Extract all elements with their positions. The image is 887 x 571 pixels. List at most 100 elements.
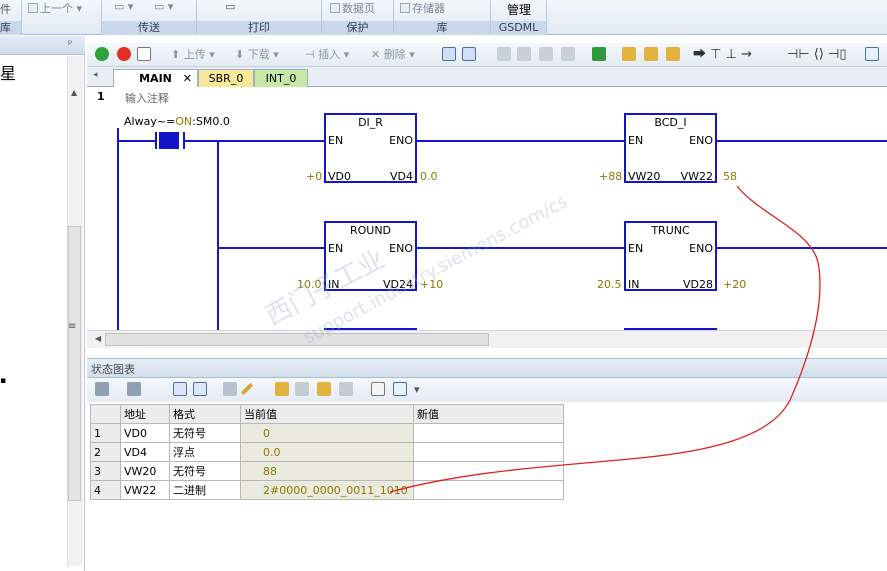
lock-icon-2[interactable] <box>644 47 658 61</box>
cell-format[interactable]: 浮点 <box>169 442 241 462</box>
print-button[interactable]: ▭ <box>225 0 235 13</box>
cell-new-value[interactable] <box>413 461 564 481</box>
contact-on: ON <box>175 115 193 128</box>
cell-format[interactable]: 无符号 <box>169 461 241 481</box>
data-page-button[interactable]: 数据页 <box>330 0 375 16</box>
contact-selected[interactable] <box>159 132 179 149</box>
tab-scroll-left-icon[interactable]: ◂ <box>93 70 98 80</box>
symbol-icon[interactable] <box>865 47 879 61</box>
trend-icon[interactable] <box>371 382 385 396</box>
table-row[interactable]: 4 VW22 二进制 2#0000_0000_0011_1010 <box>90 480 564 500</box>
row-index: 4 <box>90 480 121 500</box>
download-label: 下载 <box>247 48 270 61</box>
block-eno: ENO <box>689 242 713 255</box>
force-lock-icon[interactable] <box>275 382 289 396</box>
ladder-branch-icons[interactable]: ⮕ ⊤ ⊥ → <box>693 46 752 63</box>
delete-button[interactable]: ✕ 删除 ▾ <box>371 46 415 63</box>
tab-main[interactable]: MAIN ✕ <box>113 69 198 87</box>
scrollbar-thumb[interactable] <box>105 333 489 346</box>
upload-button[interactable]: ⬆ 上传 ▾ <box>171 46 215 63</box>
stop-icon[interactable] <box>117 47 131 61</box>
table-row[interactable]: 3 VW20 无符号 88 <box>90 461 564 481</box>
cell-address[interactable]: VD0 <box>120 423 170 443</box>
scroll-left-icon[interactable]: ◀ <box>95 334 101 343</box>
pin-icon[interactable]: ᵖ <box>68 39 72 50</box>
manage-button[interactable]: 管理 <box>507 1 531 18</box>
contact-label: Alway~=ON:SM0.0 <box>124 115 230 128</box>
scrollbar-thumb[interactable] <box>68 226 81 501</box>
tab-int0[interactable]: INT_0 <box>254 69 308 87</box>
cell-format[interactable]: 无符号 <box>169 423 241 443</box>
memory-button[interactable]: 存储器 <box>400 0 445 16</box>
toolbar-icon-d[interactable] <box>561 47 575 61</box>
chart-pause-icon[interactable] <box>193 382 207 396</box>
transfer-upload[interactable]: ▭ ▾ <box>114 0 133 13</box>
contact-symbol: Alway~= <box>124 115 176 128</box>
header-format: 格式 <box>169 404 241 424</box>
function-block-trunc[interactable]: TRUNC EN ENO IN VD28 <box>624 221 717 291</box>
corner-cell <box>90 404 121 424</box>
symbol-icon[interactable] <box>393 382 407 396</box>
table-header-row: 地址 格式 当前值 新值 <box>90 404 564 424</box>
cell-new-value[interactable] <box>413 423 564 443</box>
close-icon[interactable]: ✕ <box>183 70 192 87</box>
prev-icon <box>28 3 38 13</box>
force-all-icon[interactable] <box>317 382 331 396</box>
block-out-pin: VD4 <box>390 170 413 183</box>
pencil-icon[interactable] <box>240 382 254 396</box>
delete-label: 删除 <box>383 48 406 61</box>
cell-new-value[interactable] <box>413 480 564 500</box>
block-out-pin: VD28 <box>683 278 713 291</box>
unforce-icon[interactable] <box>295 382 309 396</box>
scroll-up-icon[interactable]: ▲ <box>71 88 77 97</box>
cell-address[interactable]: VD4 <box>120 442 170 462</box>
chart-status-icon[interactable] <box>462 47 476 61</box>
download-button[interactable]: ⬇ 下载 ▾ <box>235 46 279 63</box>
ladder-editor[interactable]: 1 输入注释 Alway~=ON:SM0.0 DI_R EN ENO VD0 V… <box>87 88 887 330</box>
block-title: TRUNC <box>651 224 690 237</box>
ribbon: 库 件 上一个 ▾ ▭ ▾ ▭ ▾ 传送 ▭ 打印 数据页 保护 存储器 库 管… <box>0 0 887 35</box>
ribbon-group-prev: 上一个 ▾ <box>22 0 102 35</box>
table-row[interactable]: 1 VD0 无符号 0 <box>90 423 564 443</box>
add-row-icon[interactable] <box>95 382 109 396</box>
transfer-download[interactable]: ▭ ▾ <box>154 0 173 13</box>
function-block-bcd-i[interactable]: BCD_I EN ENO VW20 VW22 <box>624 113 717 183</box>
chevron-down-icon[interactable]: ▾ <box>414 381 420 398</box>
block-title: BCD_I <box>654 116 687 129</box>
cell-format[interactable]: 二进制 <box>169 480 241 500</box>
toolbar-icon-a[interactable] <box>497 47 511 61</box>
horizontal-scrollbar[interactable]: ◀ <box>87 330 887 348</box>
glasses-icon[interactable] <box>223 382 237 396</box>
cell-current-value: 0 <box>240 423 414 443</box>
network-number: 1 <box>97 90 105 103</box>
row-index: 2 <box>90 442 121 462</box>
cell-current-value: 88 <box>240 461 414 481</box>
toolbar-icon-c[interactable] <box>539 47 553 61</box>
remove-row-icon[interactable] <box>127 382 141 396</box>
ribbon-group-label: 库 <box>0 21 21 35</box>
prev-button[interactable]: 上一个 ▾ <box>28 0 82 16</box>
table-row[interactable]: 2 VD4 浮点 0.0 <box>90 442 564 462</box>
network-comment[interactable]: 输入注释 <box>125 90 169 106</box>
compile-icon[interactable] <box>137 47 151 61</box>
cell-address[interactable]: VW22 <box>120 480 170 500</box>
prev-label: 上一个 <box>40 2 73 15</box>
tab-sbr0-label: SBR_0 <box>208 72 244 85</box>
lock-icon[interactable] <box>622 47 636 61</box>
ladder-contact-icons[interactable]: ⊣⊢ ⟨⟩ ⊣▯ <box>787 46 847 63</box>
function-block-di-r[interactable]: DI_R EN ENO VD0 VD4 <box>324 113 417 183</box>
lock-icon <box>330 3 340 13</box>
cell-address[interactable]: VW20 <box>120 461 170 481</box>
lock-icon-3[interactable] <box>666 47 680 61</box>
insert-button[interactable]: ⊣ 插入 ▾ <box>305 46 349 63</box>
read-forced-icon[interactable] <box>339 382 353 396</box>
go-icon[interactable] <box>592 47 606 61</box>
cell-new-value[interactable] <box>413 442 564 462</box>
chart-run-icon[interactable] <box>173 382 187 396</box>
program-status-icon[interactable] <box>442 47 456 61</box>
block-out-pin: VW22 <box>680 170 713 183</box>
toolbar-icon-b[interactable] <box>517 47 531 61</box>
run-icon[interactable] <box>95 47 109 61</box>
splitter-handle-icon[interactable]: ≡ <box>68 321 76 332</box>
tab-sbr0[interactable]: SBR_0 <box>198 69 254 87</box>
